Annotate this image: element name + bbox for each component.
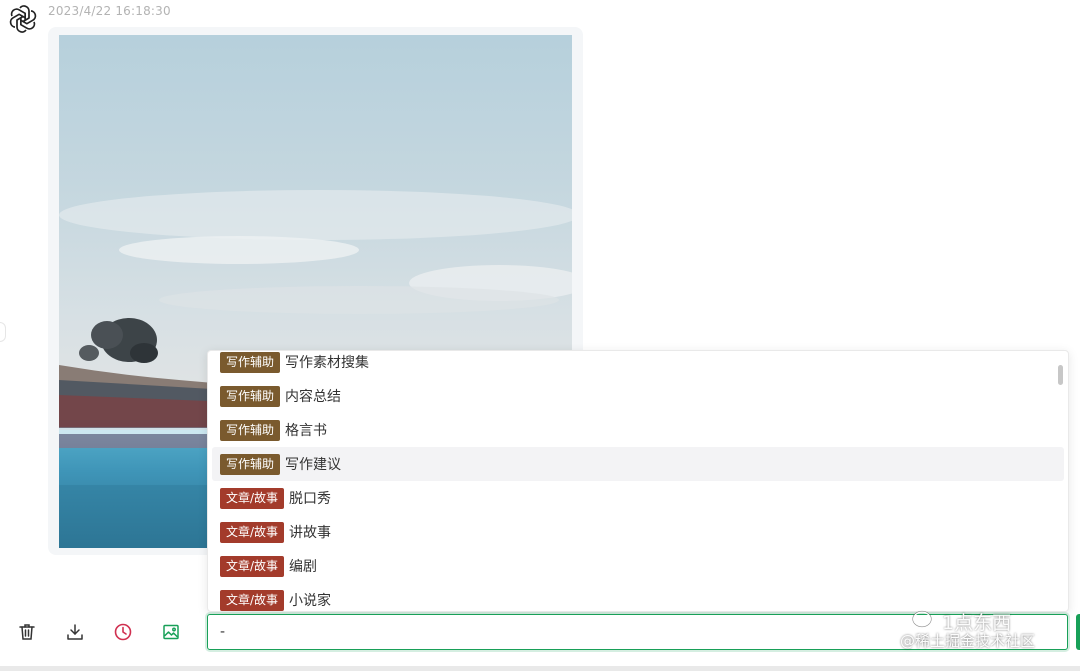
sidebar-toggle-handle[interactable]: [0, 322, 6, 342]
dropdown-item[interactable]: 文章/故事 讲故事: [208, 515, 1068, 549]
dropdown-item-label: 格言书: [285, 423, 328, 439]
category-tag: 写作辅助: [220, 453, 281, 475]
dropdown-item[interactable]: 写作辅助 写作素材搜集: [208, 351, 1068, 379]
category-tag: 文章/故事: [220, 487, 285, 509]
category-tag: 文章/故事: [220, 555, 285, 577]
download-icon[interactable]: [63, 620, 87, 644]
dropdown-item-label: 编剧: [289, 559, 318, 575]
dropdown-item-label: 写作素材搜集: [285, 355, 370, 371]
dropdown-item-label: 内容总结: [285, 389, 342, 405]
message-timestamp: 2023/4/22 16:18:30: [48, 4, 171, 18]
wechat-icon: [912, 610, 937, 629]
dropdown-item-label: 写作建议: [285, 457, 342, 473]
prompt-suggestion-dropdown: 写作辅助 写作素材搜集 写作辅助 内容总结 写作辅助 格言书 写作辅助 写作建议…: [207, 350, 1069, 612]
watermark: 1点东西 @稀土掘金技术社区: [900, 608, 1070, 652]
dropdown-scrollbar[interactable]: [1058, 365, 1063, 385]
dropdown-item-label: 小说家: [289, 593, 332, 609]
bottom-divider: [0, 666, 1080, 671]
category-tag: 写作辅助: [220, 351, 281, 373]
openai-logo-icon: [8, 4, 38, 34]
history-clock-icon[interactable]: [111, 620, 135, 644]
dropdown-item[interactable]: 文章/故事 编剧: [208, 549, 1068, 583]
category-tag: 文章/故事: [220, 521, 285, 543]
image-icon[interactable]: [159, 620, 183, 644]
dropdown-item-label: 讲故事: [289, 525, 332, 541]
chat-window: 2023/4/22 16:18:30 写作辅助 写作素材搜集 写作辅助 内容总结…: [0, 0, 1080, 671]
dropdown-item-highlighted[interactable]: 写作辅助 写作建议: [212, 447, 1064, 481]
category-tag: 文章/故事: [220, 589, 285, 611]
dropdown-item-label: 脱口秀: [289, 491, 332, 507]
category-tag: 写作辅助: [220, 385, 281, 407]
send-button[interactable]: [1076, 614, 1080, 650]
dropdown-item[interactable]: 写作辅助 格言书: [208, 413, 1068, 447]
dropdown-item[interactable]: 写作辅助 内容总结: [208, 379, 1068, 413]
trash-icon[interactable]: [15, 620, 39, 644]
category-tag: 写作辅助: [220, 419, 281, 441]
watermark-community: @稀土掘金技术社区: [900, 632, 1036, 650]
dropdown-item[interactable]: 文章/故事 脱口秀: [208, 481, 1068, 515]
